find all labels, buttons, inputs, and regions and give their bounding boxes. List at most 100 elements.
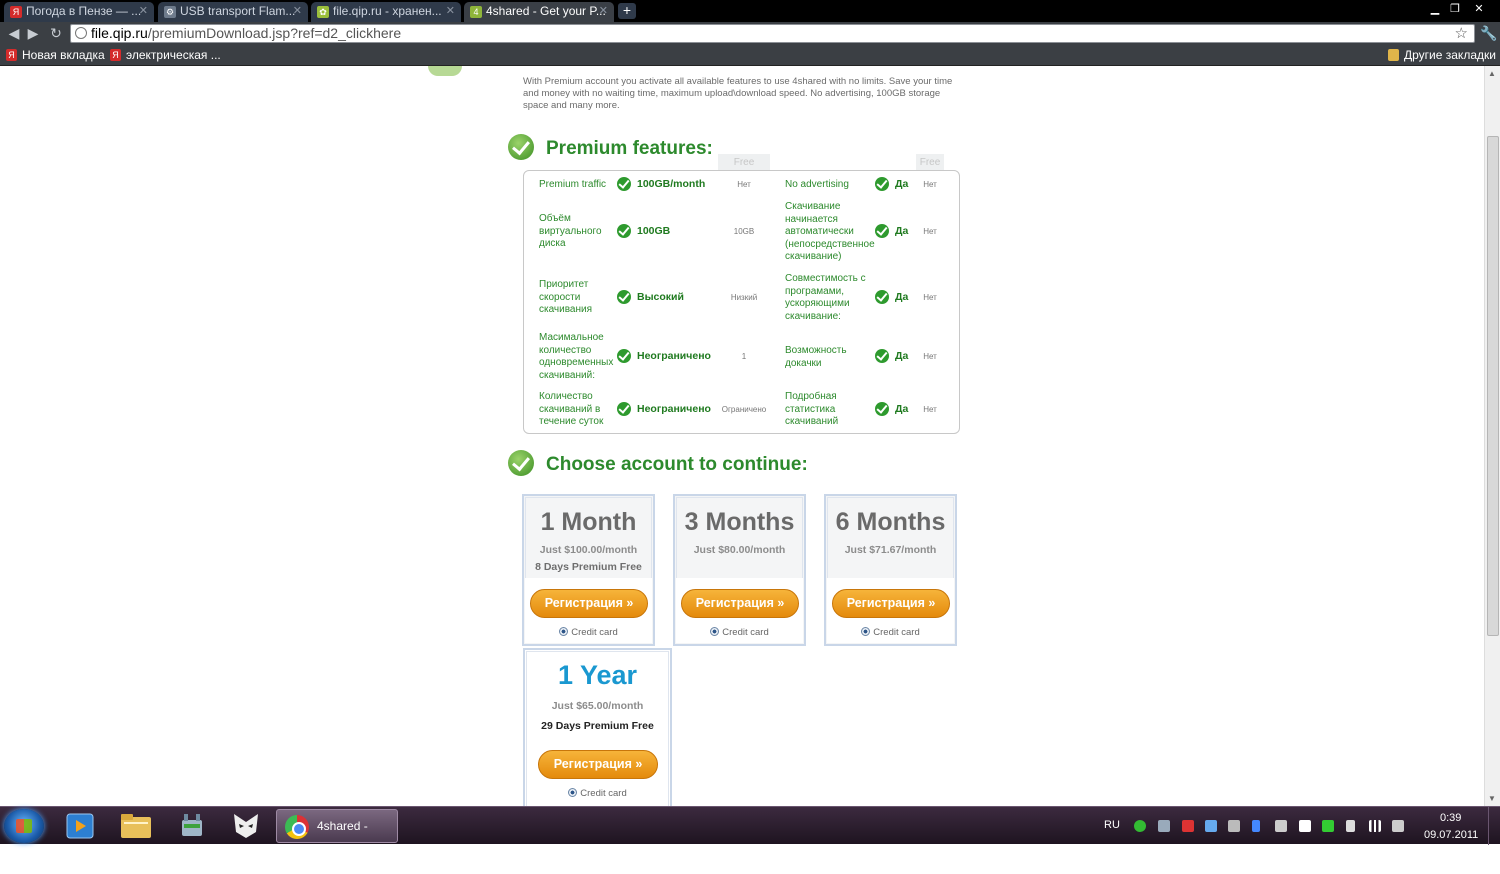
register-button[interactable]: Регистрация » bbox=[832, 589, 950, 618]
feature-free-value: Нет bbox=[923, 293, 937, 302]
plan-name: 1 Year bbox=[557, 660, 638, 690]
volume-icon[interactable] bbox=[1392, 820, 1404, 832]
close-icon[interactable]: ✕ bbox=[293, 2, 302, 21]
radio-icon[interactable] bbox=[559, 627, 569, 636]
tray-usb-icon[interactable] bbox=[1346, 820, 1355, 832]
free-header-left: Free bbox=[733, 157, 755, 168]
choose-title: Choose account to continue: bbox=[546, 454, 808, 475]
clock-time[interactable]: 0:39 bbox=[1440, 812, 1461, 824]
check-icon bbox=[508, 134, 534, 160]
bluetooth-icon[interactable] bbox=[1252, 820, 1260, 832]
scroll-down-icon[interactable]: ▼ bbox=[1488, 794, 1496, 803]
wrench-icon[interactable]: 🔧 bbox=[1480, 25, 1497, 42]
check-icon bbox=[617, 349, 631, 363]
network-plug-icon[interactable] bbox=[172, 810, 212, 842]
tray-app-icon[interactable] bbox=[1134, 820, 1146, 832]
close-icon[interactable]: ✕ bbox=[446, 2, 455, 21]
tray-battery-icon[interactable] bbox=[1322, 820, 1334, 832]
feature-free-value: Нет bbox=[923, 227, 937, 236]
feature-free-value: Ограничено bbox=[721, 405, 767, 414]
action-center-flag-icon[interactable] bbox=[1299, 820, 1311, 832]
check-icon bbox=[875, 402, 889, 416]
check-icon bbox=[875, 224, 889, 238]
plan-6-months[interactable]: 6 Months Just $71.67/month Регистрация »… bbox=[824, 494, 957, 646]
feature-label: Масимальное количество одновременных ска… bbox=[539, 332, 614, 381]
close-icon[interactable]: ✕ bbox=[139, 2, 148, 21]
feature-label: Возможность докачки bbox=[785, 345, 847, 369]
feature-label: Совместимость с програмами, ускоряющими … bbox=[785, 273, 866, 322]
radio-icon[interactable] bbox=[861, 627, 871, 636]
browser-toolbar: ◀ ▶ ↻ file.qip.ru/premiumDownload.jsp?re… bbox=[0, 22, 1500, 45]
payment-credit-card[interactable]: Credit card bbox=[826, 627, 955, 638]
minimize-icon[interactable]: ▁ bbox=[1424, 1, 1446, 17]
bookmark-electric[interactable]: Я электрическая ... bbox=[110, 48, 221, 62]
app-mask-icon[interactable] bbox=[226, 810, 266, 842]
media-player-icon[interactable] bbox=[60, 810, 100, 842]
tab-label: file.qip.ru - хранен... bbox=[333, 4, 442, 18]
tab-pogoda[interactable]: Я Погода в Пензе — ... ✕ bbox=[4, 2, 154, 22]
register-button[interactable]: Регистрация » bbox=[538, 750, 658, 779]
tray-update-icon[interactable] bbox=[1205, 820, 1217, 832]
plan-3-months[interactable]: 3 Months Just $80.00/month Регистрация »… bbox=[673, 494, 806, 646]
check-icon bbox=[617, 224, 631, 238]
explorer-icon[interactable] bbox=[116, 810, 156, 842]
tab-4shared[interactable]: 4 4shared - Get your P... ✕ bbox=[464, 2, 614, 22]
address-host: file.qip.ru bbox=[91, 25, 148, 41]
other-bookmarks[interactable]: Другие закладки bbox=[1388, 48, 1496, 62]
usb-icon: ⚙ bbox=[164, 6, 176, 18]
taskbar-chrome-window[interactable]: 4shared - Ge... bbox=[276, 809, 398, 865]
tray-chat-icon[interactable] bbox=[1228, 820, 1240, 832]
radio-icon[interactable] bbox=[568, 788, 578, 797]
payment-credit-card[interactable]: Credit card bbox=[525, 788, 670, 799]
address-bar[interactable]: file.qip.ru/premiumDownload.jsp?ref=d2_c… bbox=[70, 24, 1475, 43]
forward-icon[interactable]: ▶ bbox=[25, 25, 41, 41]
feature-value: Неограничено bbox=[637, 350, 711, 362]
restore-icon[interactable]: ❐ bbox=[1444, 1, 1466, 17]
feature-label: Объём виртуального диска bbox=[539, 213, 602, 249]
plan-name: 3 Months bbox=[684, 508, 795, 536]
back-icon[interactable]: ◀ bbox=[6, 25, 22, 41]
address-path: /premiumDownload.jsp?ref=d2_clickhere bbox=[147, 25, 402, 41]
signal-icon[interactable] bbox=[1369, 820, 1381, 832]
tab-strip: Я Погода в Пензе — ... ✕ ⚙ USB transport… bbox=[0, 0, 1500, 22]
new-tab-button[interactable]: + bbox=[618, 3, 636, 19]
plan-bonus: 29 Days Premium Free bbox=[541, 720, 654, 732]
page-scrollbar[interactable]: ▲ ▼ bbox=[1484, 66, 1500, 806]
tab-label: USB transport Flam... bbox=[180, 4, 296, 18]
feature-value: 100GB/month bbox=[637, 178, 706, 190]
feature-label: Скачивание начинается автоматически (неп… bbox=[785, 201, 875, 262]
taskbar: 4shared - Ge... RU 0:39 09.07.2011 bbox=[0, 806, 1500, 865]
start-button[interactable] bbox=[4, 809, 44, 843]
scroll-up-icon[interactable]: ▲ bbox=[1488, 69, 1496, 78]
star-icon[interactable]: ☆ bbox=[1455, 25, 1468, 42]
payment-label: Credit card bbox=[580, 788, 627, 799]
tab-usb[interactable]: ⚙ USB transport Flam... ✕ bbox=[158, 2, 308, 22]
tray-device-icon[interactable] bbox=[1275, 820, 1287, 832]
check-icon bbox=[617, 290, 631, 304]
scroll-thumb[interactable] bbox=[1487, 136, 1499, 636]
payment-label: Credit card bbox=[873, 627, 920, 638]
payment-credit-card[interactable]: Credit card bbox=[675, 627, 804, 638]
features-title: Premium features: bbox=[546, 138, 713, 159]
payment-credit-card[interactable]: Credit card bbox=[524, 627, 653, 638]
bookmark-new-tab[interactable]: Я Новая вкладка bbox=[6, 48, 105, 62]
feature-free-value: Нет bbox=[923, 180, 937, 189]
tab-qip[interactable]: ✿ file.qip.ru - хранен... ✕ bbox=[311, 2, 461, 22]
clock-date[interactable]: 09.07.2011 bbox=[1424, 829, 1478, 841]
close-window-icon[interactable]: ✕ bbox=[1468, 1, 1490, 17]
yandex-icon: Я bbox=[110, 49, 121, 61]
feature-label: Подробная статистика скачиваний bbox=[785, 391, 839, 427]
tray-network-icon[interactable] bbox=[1158, 820, 1170, 832]
register-button[interactable]: Регистрация » bbox=[681, 589, 799, 618]
plan-1-year[interactable]: 1 Year Just $65.00/month 29 Days Premium… bbox=[523, 648, 672, 806]
language-indicator[interactable]: RU bbox=[1104, 819, 1120, 831]
plan-1-month[interactable]: 1 Month Just $100.00/month 8 Days Premiu… bbox=[522, 494, 655, 646]
tray-security-icon[interactable] bbox=[1182, 820, 1194, 832]
radio-icon[interactable] bbox=[710, 627, 720, 636]
plan-name: 6 Months bbox=[835, 508, 946, 536]
feature-value: Да bbox=[895, 350, 909, 362]
register-button[interactable]: Регистрация » bbox=[530, 589, 648, 618]
show-desktop-button[interactable] bbox=[1488, 807, 1500, 845]
close-icon[interactable]: ✕ bbox=[599, 2, 608, 21]
reload-icon[interactable]: ↻ bbox=[48, 25, 64, 41]
